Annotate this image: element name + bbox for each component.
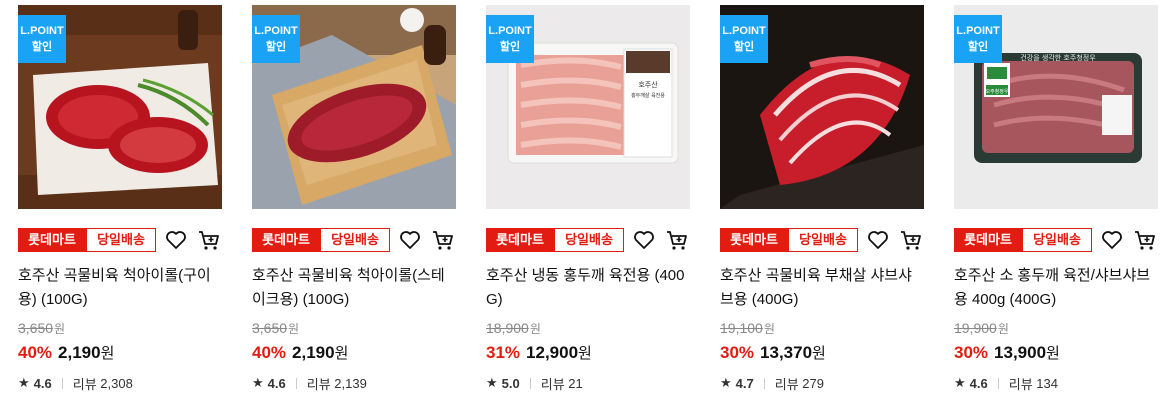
review-summary: ★ 4.6 리뷰 134 [954, 375, 1058, 392]
product-name[interactable]: 호주산 소 홍두깨 육전/샤브샤브용 400g (400G) [954, 264, 1158, 312]
product-card[interactable]: 오주청정우 건강을 생각한 호주청정우 L.POINT 할인 롯데마트 당일배송 … [954, 5, 1158, 392]
sale-price: 30% 13,370원 [720, 343, 826, 362]
sale-price: 31% 12,900원 [486, 343, 592, 362]
store-badge: 롯데마트 [18, 228, 86, 252]
svg-text:건강을 생각한 호주청정우: 건강을 생각한 호주청정우 [1020, 53, 1096, 62]
review-summary: ★ 4.6 리뷰 2,139 [252, 375, 367, 392]
delivery-badge: 당일배송 [554, 228, 624, 252]
star-icon: ★ [18, 375, 30, 390]
original-price: 3,650원 [252, 320, 300, 336]
cart-icon[interactable] [665, 228, 689, 252]
lpoint-discount-badge: L.POINT 할인 [486, 15, 534, 63]
review-summary: ★ 4.7 리뷰 279 [720, 375, 824, 392]
sale-price: 40% 2,190원 [252, 343, 349, 362]
product-name[interactable]: 호주산 곡물비육 척아이롤(구이용) (100G) [18, 264, 222, 312]
svg-text:홍두깨살 육전용: 홍두깨살 육전용 [631, 92, 665, 99]
delivery-badge: 당일배송 [788, 228, 858, 252]
svg-text:호주산: 호주산 [638, 80, 658, 89]
original-price: 3,650원 [18, 320, 66, 336]
delivery-badge: 당일배송 [320, 228, 390, 252]
cart-icon[interactable] [431, 228, 455, 252]
product-image[interactable]: 오주청정우 건강을 생각한 호주청정우 L.POINT 할인 [954, 5, 1158, 209]
product-card[interactable]: L.POINT 할인 롯데마트 당일배송 호주산 곡물비육 척아이롤(구이용) (… [18, 5, 222, 392]
sale-price: 30% 13,900원 [954, 343, 1060, 362]
star-icon: ★ [720, 375, 732, 390]
product-image[interactable]: L.POINT 할인 [18, 5, 222, 209]
heart-icon[interactable] [632, 228, 656, 252]
heart-icon[interactable] [164, 228, 188, 252]
product-card[interactable]: L.POINT 할인 롯데마트 당일배송 호주산 곡물비육 척아이롤(스테이크용)… [252, 5, 456, 392]
review-summary: ★ 4.6 리뷰 2,308 [18, 375, 133, 392]
svg-text:오주청정우: 오주청정우 [985, 88, 1008, 95]
store-badge: 롯데마트 [954, 228, 1022, 252]
star-icon: ★ [252, 375, 264, 390]
product-name[interactable]: 호주산 곡물비육 척아이롤(스테이크용) (100G) [252, 264, 456, 312]
lpoint-discount-badge: L.POINT 할인 [720, 15, 768, 63]
cart-icon[interactable] [197, 228, 221, 252]
product-name[interactable]: 호주산 곡물비육 부채살 샤브샤브용 (400G) [720, 264, 924, 312]
lpoint-discount-badge: L.POINT 할인 [954, 15, 1002, 63]
product-image[interactable]: L.POINT 할인 [720, 5, 924, 209]
heart-icon[interactable] [398, 228, 422, 252]
discount-rate: 31% [486, 343, 521, 362]
discount-rate: 40% [18, 343, 53, 362]
discount-rate: 30% [720, 343, 755, 362]
store-badge: 롯데마트 [720, 228, 788, 252]
delivery-badge: 당일배송 [1022, 228, 1092, 252]
star-icon: ★ [954, 375, 966, 390]
delivery-badge: 당일배송 [86, 228, 156, 252]
sale-price: 40% 2,190원 [18, 343, 115, 362]
lpoint-discount-badge: L.POINT 할인 [252, 15, 300, 63]
product-card[interactable]: L.POINT 할인 롯데마트 당일배송 호주산 곡물비육 부채살 샤브샤브용 (… [720, 5, 924, 392]
product-image[interactable]: L.POINT 할인 [252, 5, 456, 209]
product-grid: L.POINT 할인 롯데마트 당일배송 호주산 곡물비육 척아이롤(구이용) (… [0, 0, 1170, 406]
heart-icon[interactable] [866, 228, 890, 252]
product-name[interactable]: 호주산 냉동 홍두깨 육전용 (400G) [486, 264, 690, 312]
original-price: 19,100원 [720, 320, 775, 336]
original-price: 18,900원 [486, 320, 541, 336]
product-card[interactable]: 호주산 홍두깨살 육전용 L.POINT 할인 롯데마트 당일배송 호주산 냉동 … [486, 5, 690, 392]
review-summary: ★ 5.0 리뷰 21 [486, 375, 583, 392]
product-image[interactable]: 호주산 홍두깨살 육전용 L.POINT 할인 [486, 5, 690, 209]
cart-icon[interactable] [1133, 228, 1157, 252]
store-badge: 롯데마트 [252, 228, 320, 252]
store-badge: 롯데마트 [486, 228, 554, 252]
discount-rate: 40% [252, 343, 287, 362]
cart-icon[interactable] [899, 228, 923, 252]
lpoint-discount-badge: L.POINT 할인 [18, 15, 66, 63]
discount-rate: 30% [954, 343, 989, 362]
star-icon: ★ [486, 375, 498, 390]
original-price: 19,900원 [954, 320, 1009, 336]
heart-icon[interactable] [1100, 228, 1124, 252]
